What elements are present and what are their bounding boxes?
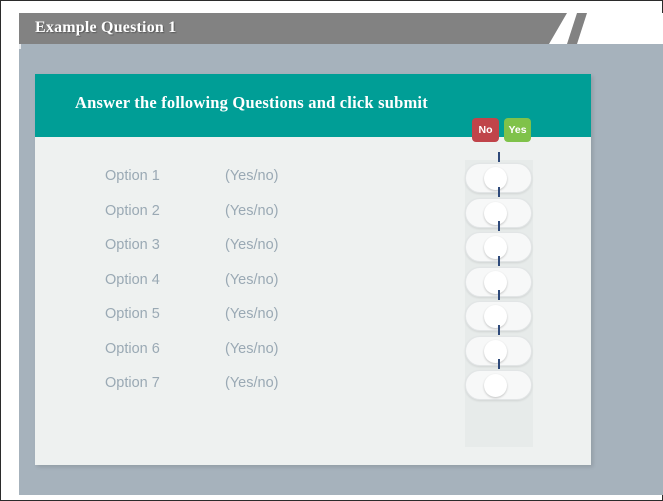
option-answer-hint: (Yes/no) <box>225 168 279 184</box>
option-answer-hint: (Yes/no) <box>225 202 279 219</box>
title-bar-nub <box>19 44 21 49</box>
option-label: Option 5 <box>105 306 160 322</box>
slide-title-bar: Example Question 1 <box>19 13 663 44</box>
question-card: Answer the following Questions and click… <box>35 74 591 465</box>
answer-toggle-knob[interactable] <box>484 236 507 259</box>
option-answer-hint: (Yes/no) <box>225 375 279 391</box>
slide-page: Example Question 1 Answer the following … <box>10 7 663 495</box>
option-row: Option 4 (Yes/no) <box>35 265 591 299</box>
option-label: Option 4 <box>105 271 160 288</box>
option-label: Option 7 <box>105 375 160 391</box>
options-list: Option 1 (Yes/no) Option 2 (Yes/no) Option 3… <box>35 137 591 465</box>
toggle-divider <box>498 152 500 162</box>
answer-toggle-knob[interactable] <box>484 201 507 225</box>
page-title: Example Question 1 <box>35 19 177 36</box>
answer-toggle-knob[interactable] <box>484 167 507 190</box>
answer-toggle-knob[interactable] <box>484 339 507 363</box>
option-answer-hint: (Yes/no) <box>225 237 279 253</box>
answer-toggle-knob[interactable] <box>484 374 507 397</box>
toggle-divider <box>498 221 500 231</box>
left-rail <box>10 7 19 489</box>
title-bar-slash-accent <box>567 13 587 44</box>
option-label: Option 3 <box>105 237 160 253</box>
option-row: Option 3 (Yes/no) <box>35 230 591 264</box>
banner-instruction-text: Answer the following Questions and click… <box>75 93 428 112</box>
option-answer-hint: (Yes/no) <box>225 271 279 288</box>
answer-toggle-knob[interactable] <box>484 305 507 328</box>
option-label: Option 2 <box>105 202 160 219</box>
option-row: Option 5 (Yes/no) <box>35 299 591 333</box>
toggle-divider <box>498 255 500 266</box>
answer-toggle-knob[interactable] <box>484 270 507 294</box>
option-row: Option 6 (Yes/no) <box>35 334 591 368</box>
slide-frame: Example Question 1 Answer the following … <box>0 0 663 501</box>
toggle-divider <box>498 324 500 335</box>
toggle-divider <box>498 290 500 300</box>
option-answer-hint: (Yes/no) <box>225 306 279 322</box>
option-row: Option 1 (Yes/no) <box>35 161 591 195</box>
answer-toggle[interactable] <box>465 370 532 400</box>
toggle-divider <box>498 186 500 197</box>
option-answer-hint: (Yes/no) <box>225 340 279 357</box>
option-row: Option 2 (Yes/no) <box>35 196 591 230</box>
option-row: Option 7 (Yes/no) <box>35 368 591 402</box>
option-label: Option 6 <box>105 340 160 357</box>
toggle-divider <box>498 359 500 369</box>
option-label: Option 1 <box>105 168 160 184</box>
